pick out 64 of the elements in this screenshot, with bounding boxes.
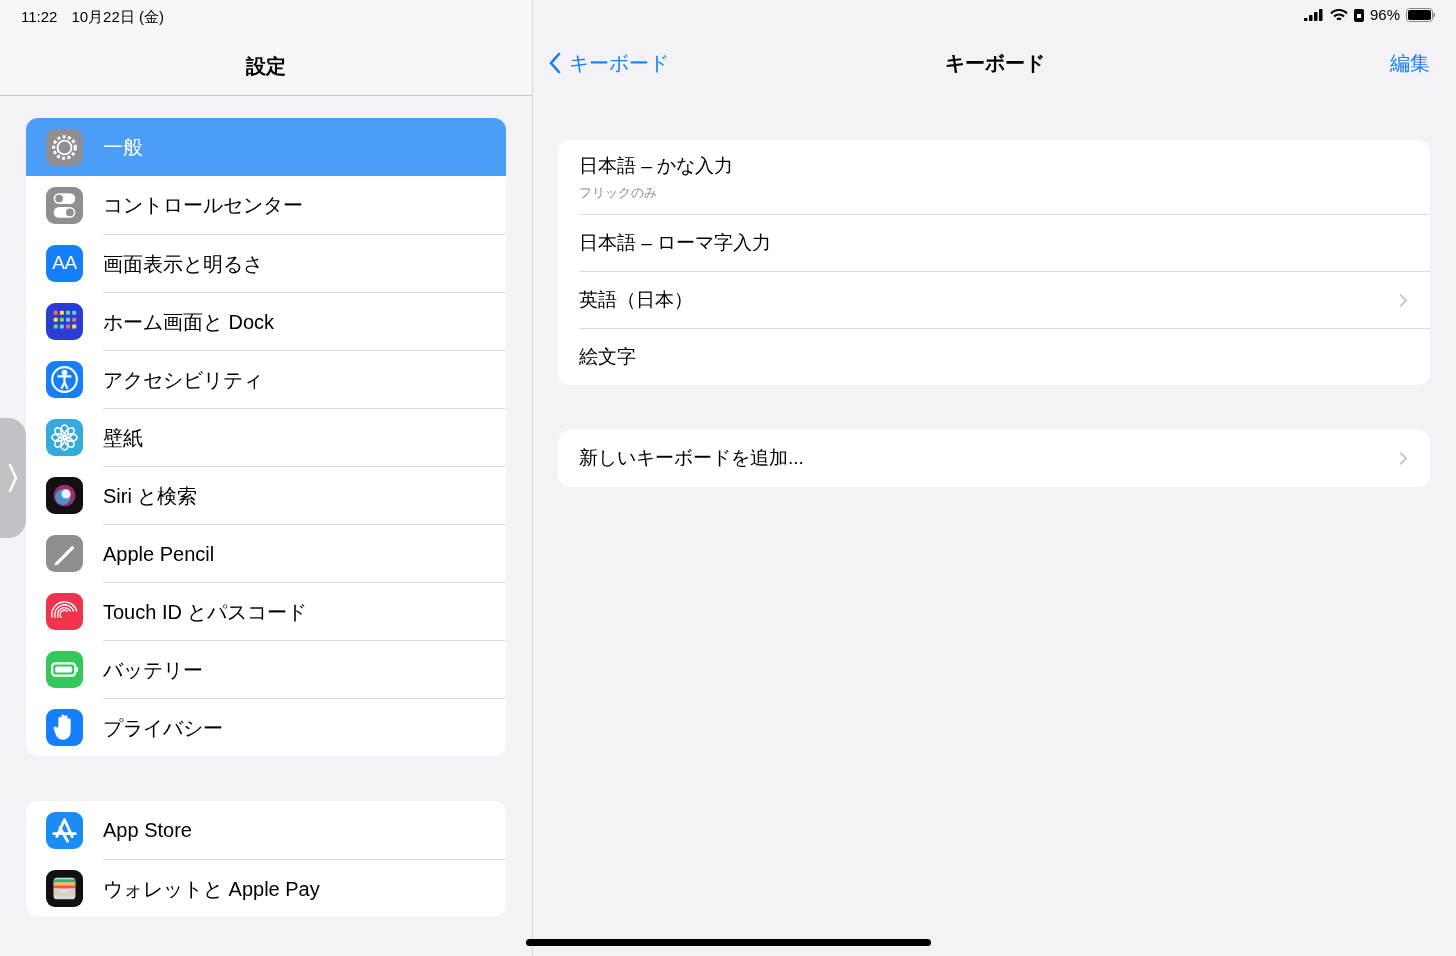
keyboard-row[interactable]: 新しいキーボードを追加... bbox=[579, 430, 1430, 487]
hand-icon bbox=[46, 708, 83, 746]
settings-item[interactable]: アクセシビリティ bbox=[26, 350, 506, 408]
settings-item-label: ウォレットと Apple Pay bbox=[103, 876, 320, 902]
text-size-icon: AA bbox=[46, 244, 83, 282]
keyboard-row-label: 英語（日本） bbox=[579, 287, 694, 312]
settings-item-label: 一般 bbox=[103, 135, 143, 160]
slide-over-handle[interactable] bbox=[0, 418, 26, 538]
status-date: 10月22日 (金) bbox=[71, 7, 164, 27]
settings-item-label: アクセシビリティ bbox=[103, 367, 263, 393]
accessibility-icon bbox=[46, 360, 83, 398]
keyboard-row-label: 新しいキーボードを追加... bbox=[579, 446, 805, 471]
keyboard-row-subtitle: フリックのみ bbox=[579, 184, 658, 202]
page-title: キーボード bbox=[944, 51, 1045, 76]
settings-item[interactable]: Touch ID とパスコード bbox=[26, 582, 506, 640]
settings-item-label: App Store bbox=[103, 818, 192, 843]
gear-icon bbox=[46, 128, 83, 166]
pencil-icon bbox=[46, 534, 83, 572]
back-chevron-icon bbox=[549, 52, 561, 74]
grid-icon bbox=[46, 302, 83, 340]
settings-item[interactable]: Siri と検索 bbox=[26, 466, 506, 524]
wifi-icon bbox=[1329, 8, 1348, 22]
sidebar-title: 設定 bbox=[246, 53, 286, 79]
settings-item[interactable]: App Store bbox=[26, 801, 506, 859]
keyboard-row[interactable]: 日本語 – かな入力 フリックのみ bbox=[579, 140, 1430, 214]
settings-item[interactable]: プライバシー bbox=[26, 698, 506, 756]
chevron-icon bbox=[1399, 292, 1408, 308]
battery-icon bbox=[46, 650, 83, 688]
settings-item[interactable]: ホーム画面と Dock bbox=[26, 292, 506, 350]
siri-icon bbox=[46, 476, 83, 514]
handle-chevron-icon bbox=[8, 463, 18, 493]
signal-icon bbox=[1303, 9, 1324, 21]
settings-item-label: バッテリー bbox=[103, 657, 203, 683]
toggles-icon bbox=[46, 186, 83, 224]
settings-item[interactable]: 壁紙 bbox=[26, 408, 506, 466]
settings-item-label: 壁紙 bbox=[103, 425, 143, 451]
keyboard-row[interactable]: 日本語 – ローマ字入力 bbox=[579, 214, 1430, 271]
battery-icon bbox=[1406, 8, 1436, 22]
settings-item-label: プライバシー bbox=[103, 715, 223, 741]
battery-percent: 96% bbox=[1369, 4, 1400, 25]
appstore-icon bbox=[46, 811, 83, 849]
wallet-icon bbox=[46, 869, 83, 907]
settings-item-label: ホーム画面と Dock bbox=[103, 309, 275, 335]
flower-icon bbox=[46, 418, 83, 456]
status-time: 11:22 bbox=[21, 7, 58, 27]
keyboard-row-label: 日本語 – かな入力 bbox=[579, 153, 735, 178]
settings-item-label: Touch ID とパスコード bbox=[103, 599, 308, 625]
keyboard-row[interactable]: 英語（日本） bbox=[579, 271, 1430, 328]
settings-item-label: Apple Pencil bbox=[103, 541, 215, 567]
settings-item-label: 画面表示と明るさ bbox=[103, 251, 263, 277]
keyboard-row-label: 絵文字 bbox=[579, 344, 637, 369]
settings-item-label: コントロールセンター bbox=[103, 193, 303, 218]
settings-item[interactable]: バッテリー bbox=[26, 640, 506, 698]
settings-item-label: Siri と検索 bbox=[103, 483, 198, 509]
fingerprint-icon bbox=[46, 592, 83, 630]
settings-item[interactable]: コントロールセンター bbox=[26, 176, 506, 234]
edit-button[interactable]: 編集 bbox=[1390, 48, 1430, 78]
chevron-icon bbox=[1399, 451, 1408, 466]
settings-item[interactable]: Apple Pencil bbox=[26, 524, 506, 582]
settings-item[interactable]: ウォレットと Apple Pay bbox=[26, 859, 506, 917]
keyboard-row-label: 日本語 – ローマ字入力 bbox=[579, 230, 773, 255]
keyboard-row[interactable]: 絵文字 bbox=[579, 328, 1430, 385]
settings-item[interactable]: AA 画面表示と明るさ bbox=[26, 234, 506, 292]
back-button[interactable]: キーボード bbox=[549, 48, 669, 78]
